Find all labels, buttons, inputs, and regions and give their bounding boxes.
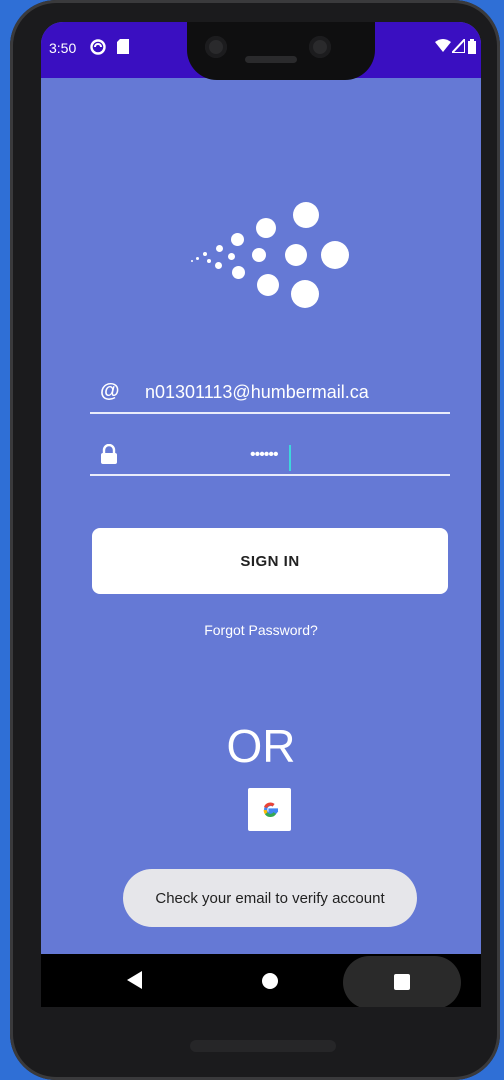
- signal-icon: [449, 36, 466, 56]
- bottom-speaker: [190, 1040, 336, 1052]
- sync-icon: [90, 39, 106, 58]
- front-camera-left: [205, 36, 227, 58]
- toast-message: Check your email to verify account: [123, 869, 417, 927]
- text-cursor: [289, 445, 291, 471]
- app-logo: [41, 182, 481, 312]
- android-nav-bar: [41, 954, 481, 1007]
- email-input-value[interactable]: n01301113@humbermail.ca: [145, 382, 369, 403]
- earpiece-speaker: [245, 56, 297, 63]
- status-time: 3:50: [49, 40, 77, 56]
- google-sign-in-button[interactable]: [248, 788, 291, 831]
- home-icon[interactable]: [262, 973, 278, 989]
- lock-icon: [100, 443, 118, 470]
- wifi-icon: [435, 39, 451, 56]
- front-camera-right: [309, 36, 331, 58]
- email-field[interactable]: @ n01301113@humbermail.ca: [90, 376, 450, 414]
- recents-icon[interactable]: [394, 974, 410, 990]
- sign-in-button[interactable]: SIGN IN: [92, 528, 448, 594]
- password-field[interactable]: ••••••: [90, 438, 450, 476]
- at-sign-icon: @: [100, 380, 120, 402]
- sd-card-icon: [117, 39, 130, 57]
- google-icon: [263, 802, 278, 817]
- password-input-value[interactable]: ••••••: [250, 446, 279, 464]
- or-divider-text: OR: [226, 720, 296, 772]
- app-screen: 3:50 @ n01301113@humbermail.ca •••••• SI…: [41, 22, 481, 1007]
- back-icon[interactable]: [127, 971, 142, 989]
- forgot-password-link[interactable]: Forgot Password?: [41, 622, 481, 638]
- battery-icon: [468, 39, 476, 57]
- camera-notch: [187, 22, 375, 80]
- phone-frame: 3:50 @ n01301113@humbermail.ca •••••• SI…: [10, 0, 500, 1080]
